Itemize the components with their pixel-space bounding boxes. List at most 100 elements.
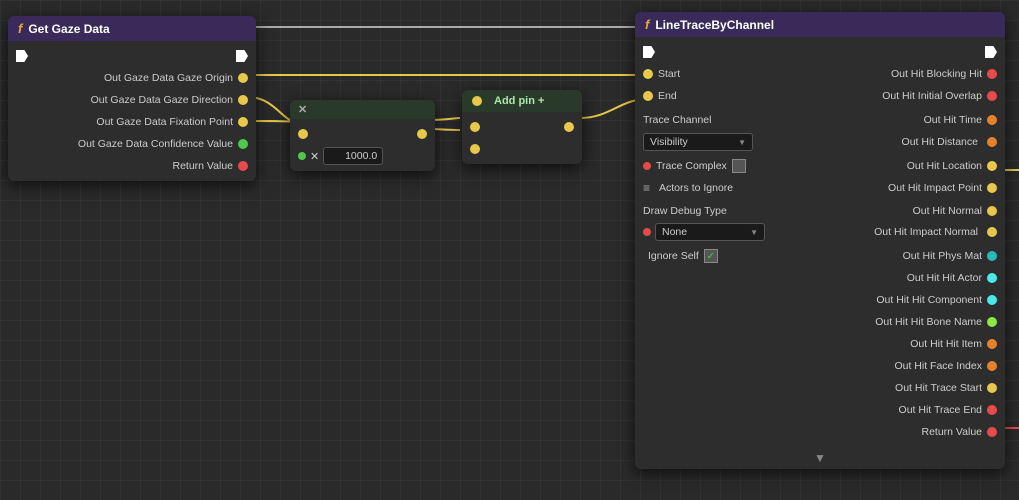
addpin-in1-row [462,116,582,138]
trace-channel-value: Visibility [650,136,688,148]
lt-actors-icon: ≡ [643,181,650,195]
lt-distance-pin[interactable] [987,137,997,147]
line-trace-title: LineTraceByChannel [655,18,774,32]
lt-impact-pin[interactable] [987,183,997,193]
lt-overlap-pin[interactable] [987,91,997,101]
lt-complex-checkbox[interactable] [732,159,746,173]
lt-blocking-label: Out Hit Blocking Hit [886,68,987,80]
get-gaze-data-header: f Get Gaze Data [8,16,256,41]
debug-type-arrow: ▼ [750,228,758,237]
fixation-label: Out Gaze Data Fixation Point [91,116,238,128]
lt-hitcomp-pin[interactable] [987,295,997,305]
lt-item-label: Out Hit Hit Item [905,338,987,350]
lt-tracestart-row: Out Hit Trace Start [635,377,1005,399]
lt-ignore-label: Ignore Self [643,250,704,262]
lt-debug-left-pin[interactable] [643,228,651,236]
lt-return-label: Return Value [916,426,987,438]
fixation-row: Out Gaze Data Fixation Point [8,111,256,133]
add-pin-header: Add pin + [462,90,582,112]
lt-faceindex-label: Out Hit Face Index [889,360,987,372]
lt-physmat-pin[interactable] [987,251,997,261]
lt-hitactor-row: Out Hit Hit Actor [635,267,1005,289]
debug-type-dropdown[interactable]: None ▼ [655,223,765,241]
lt-exec-in[interactable] [643,46,655,58]
add-pin-body [462,112,582,164]
lt-location-pin[interactable] [987,161,997,171]
gaze-return-row: Return Value [8,155,256,177]
lt-bonename-label: Out Hit Hit Bone Name [870,316,987,328]
lt-impact-label: Out Hit Impact Point [883,182,987,194]
math-in1-row [290,123,435,145]
lt-traceend-label: Out Hit Trace End [894,404,987,416]
addpin-out[interactable] [564,122,574,132]
addpin-in2[interactable] [470,144,480,154]
lt-complex-left-pin[interactable] [643,162,651,170]
lt-complex-row: Trace Complex Out Hit Location [635,155,1005,177]
lt-end-pin[interactable] [643,91,653,101]
lt-faceindex-pin[interactable] [987,361,997,371]
lt-channel-row: Trace Channel Out Hit Time [635,107,1005,133]
lt-debug-label: Draw Debug Type [643,205,732,217]
math-in1-pin[interactable] [298,129,308,139]
gaze-direction-pin[interactable] [238,95,248,105]
confidence-label: Out Gaze Data Confidence Value [73,138,238,150]
math-value-input[interactable] [323,147,383,165]
confidence-pin[interactable] [238,139,248,149]
lt-exec-out[interactable] [985,46,997,58]
gaze-return-pin[interactable] [238,161,248,171]
add-pin-title[interactable]: Add pin + [494,95,544,107]
lt-location-label: Out Hit Location [902,160,987,172]
exec-in-pin[interactable] [16,50,28,62]
debug-type-value: None [662,226,687,238]
gaze-direction-row: Out Gaze Data Gaze Direction [8,89,256,111]
gaze-direction-label: Out Gaze Data Gaze Direction [86,94,238,106]
get-gaze-data-node: f Get Gaze Data Out Gaze Data Gaze Origi… [8,16,256,181]
lt-start-label: Start [653,68,685,80]
line-trace-node: f LineTraceByChannel Start Out Hit Block… [635,12,1005,469]
addpin-in1[interactable] [470,122,480,132]
lt-scroll-area: ▼ [635,447,1005,469]
scroll-down-icon[interactable]: ▼ [814,451,826,465]
lt-tracestart-pin[interactable] [987,383,997,393]
math-out-pin[interactable] [417,129,427,139]
gaze-origin-pin[interactable] [238,73,248,83]
line-trace-header: f LineTraceByChannel [635,12,1005,37]
get-gaze-data-body: Out Gaze Data Gaze Origin Out Gaze Data … [8,41,256,181]
func-icon: f [18,21,22,36]
lt-item-pin[interactable] [987,339,997,349]
lt-return-row: Return Value [635,421,1005,443]
trace-channel-dropdown[interactable]: Visibility ▼ [643,133,753,151]
lt-channel-label: Trace Channel [643,114,716,126]
trace-channel-arrow: ▼ [738,138,746,147]
lt-actors-row: ≡ Actors to Ignore Out Hit Impact Point [635,177,1005,199]
lt-traceend-pin[interactable] [987,405,997,415]
lt-bonename-pin[interactable] [987,317,997,327]
lt-physmat-label: Out Hit Phys Mat [898,250,987,262]
lt-time-pin[interactable] [987,115,997,125]
lt-item-row: Out Hit Hit Item [635,333,1005,355]
math-body: ✕ [290,119,435,171]
exec-in-row [8,45,256,67]
math-header: ✕ [290,100,435,119]
add-pin-node: Add pin + [462,90,582,164]
math-in2-icon: ✕ [310,150,319,163]
math-in2-pin[interactable] [298,152,306,160]
line-trace-body: Start Out Hit Blocking Hit End Out Hit I… [635,37,1005,447]
lt-exec-row [635,41,1005,63]
lt-distance-label: Out Hit Distance [897,136,983,148]
lt-end-row: End Out Hit Initial Overlap [635,85,1005,107]
math-in2-row: ✕ [290,145,435,167]
exec-out-pin[interactable] [236,50,248,62]
lt-blocking-pin[interactable] [987,69,997,79]
math-operator: ✕ [298,103,307,116]
line-trace-func-icon: f [645,17,649,32]
lt-ignore-checkbox[interactable]: ✓ [704,249,718,263]
lt-return-pin[interactable] [987,427,997,437]
lt-normal-pin[interactable] [987,206,997,216]
lt-hitactor-pin[interactable] [987,273,997,283]
lt-impact-normal-label: Out Hit Impact Normal [869,226,983,238]
fixation-pin[interactable] [238,117,248,127]
lt-end-label: End [653,90,682,102]
lt-start-pin[interactable] [643,69,653,79]
lt-impact-normal-pin[interactable] [987,227,997,237]
